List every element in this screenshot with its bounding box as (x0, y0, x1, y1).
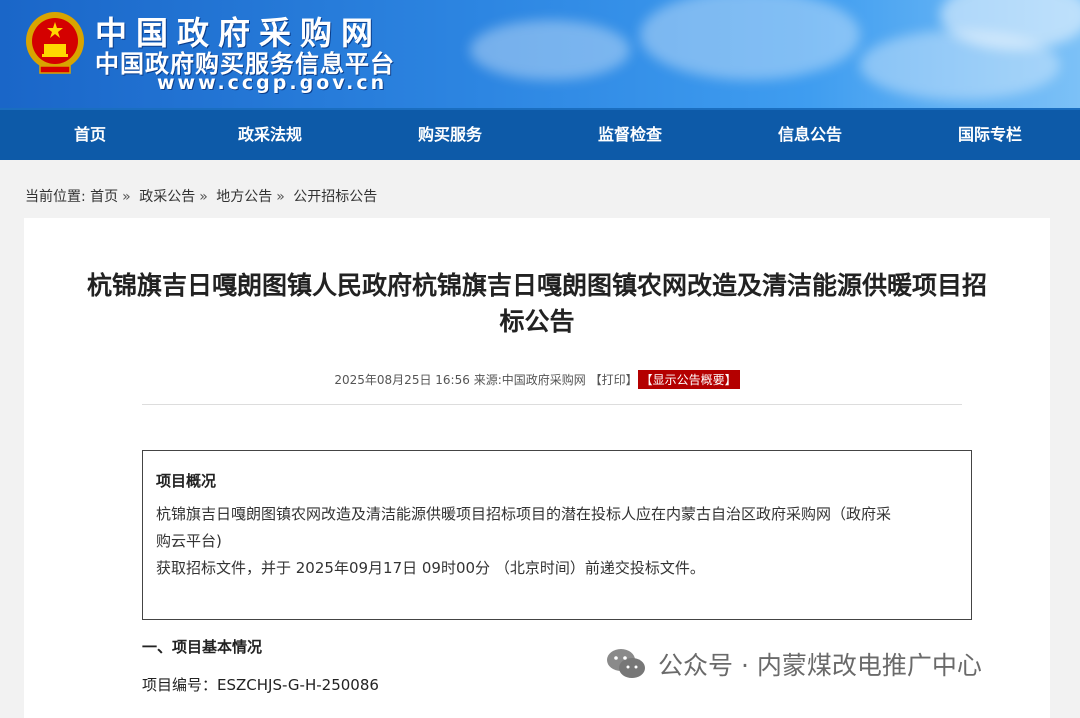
watermark-text: 公众号 · 内蒙煤改电推广中心 (658, 651, 982, 680)
nav-item-supervision[interactable]: 监督检查 (540, 110, 720, 160)
page-title: 杭锦旗吉日嘎朗图镇人民政府杭锦旗吉日嘎朗图镇农网改造及清洁能源供暖项目招 标公告 (44, 268, 1030, 340)
site-url: www.ccgp.gov.cn (157, 72, 388, 94)
summary-text: 杭锦旗吉日嘎朗图镇农网改造及清洁能源供暖项目招标项目的潜在投标人应在内蒙古自治区… (156, 501, 964, 582)
breadcrumb-prefix: 当前位置: (25, 189, 86, 205)
breadcrumb-local[interactable]: 地方公告 (216, 189, 272, 205)
breadcrumb-home[interactable]: 首页 (90, 189, 118, 205)
title-line: 杭锦旗吉日嘎朗图镇人民政府杭锦旗吉日嘎朗图镇农网改造及清洁能源供暖项目招 (86, 271, 987, 300)
site-banner: 中国政府采购网 中国政府购买服务信息平台 www.ccgp.gov.cn (0, 0, 1080, 108)
publish-datetime: 2025年08月25日 16:56 (334, 373, 470, 387)
breadcrumb-separator: » (276, 189, 285, 205)
project-number: 项目编号：ESZCHJS-G-H-250086 (142, 676, 379, 694)
section-heading: 一、项目基本情况 (142, 638, 263, 656)
summary-line: 购云平台) (156, 532, 222, 550)
source-name: 中国政府采购网 (501, 373, 586, 387)
wechat-icon (607, 649, 645, 678)
nav-item-regulations[interactable]: 政采法规 (180, 110, 360, 160)
nav-item-international[interactable]: 国际专栏 (900, 110, 1080, 160)
breadcrumb-separator: » (122, 189, 131, 205)
summary-line: 获取招标文件，并于 2025年09月17日 09时00分 （北京时间）前递交投标… (156, 559, 705, 577)
summary-title: 项目概况 (156, 472, 217, 490)
title-line: 标公告 (499, 307, 575, 336)
project-summary-box: 项目概况 杭锦旗吉日嘎朗图镇农网改造及清洁能源供暖项目招标项目的潜在投标人应在内… (142, 450, 972, 620)
cloud-decoration (640, 0, 860, 80)
breadcrumb: 当前位置: 首页» 政采公告» 地方公告» 公开招标公告 (25, 186, 377, 206)
summary-line: 杭锦旗吉日嘎朗图镇农网改造及清洁能源供暖项目招标项目的潜在投标人应在内蒙古自治区… (156, 505, 892, 523)
national-emblem-icon[interactable] (24, 10, 86, 76)
watermark: 公众号 · 内蒙煤改电推广中心 (606, 646, 982, 682)
source-label: 来源: (473, 373, 502, 387)
article-meta: 2025年08月25日 16:56 来源:中国政府采购网 【打印】 【显示公告概要… (24, 370, 1050, 389)
main-nav: 首页 政采法规 购买服务 监督检查 信息公告 国际专栏 (0, 108, 1080, 160)
divider (142, 404, 962, 405)
breadcrumb-separator: » (199, 189, 208, 205)
breadcrumb-procurement[interactable]: 政采公告 (139, 189, 195, 205)
nav-item-purchase-service[interactable]: 购买服务 (360, 110, 540, 160)
nav-item-announcements[interactable]: 信息公告 (720, 110, 900, 160)
breadcrumb-public-tender[interactable]: 公开招标公告 (293, 189, 377, 205)
article-card: 杭锦旗吉日嘎朗图镇人民政府杭锦旗吉日嘎朗图镇农网改造及清洁能源供暖项目招 标公告… (24, 218, 1050, 718)
print-link[interactable]: 【打印】 (590, 373, 638, 387)
cloud-decoration (470, 20, 630, 80)
nav-item-home[interactable]: 首页 (0, 110, 180, 160)
show-summary-button[interactable]: 【显示公告概要】 (637, 370, 740, 389)
